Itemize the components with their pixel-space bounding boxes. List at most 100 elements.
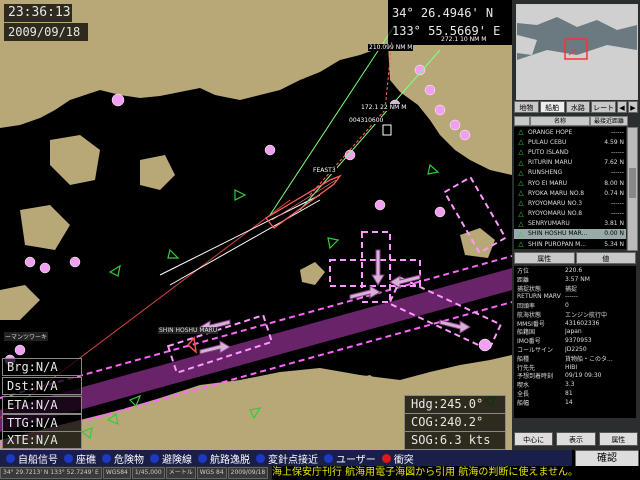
table-row: 予想到着時刻 09/19 09:30 [517,372,602,381]
table-row: RETURN MARV ------ [517,293,578,301]
list-item[interactable]: △ RYO EI MARU 8.00 N [514,178,626,188]
status-dot-icon [150,453,159,463]
attribute-table: 方位 220.6 距離 3.57 NM 捕捉状態 捕捉 RETURN MARV ----… [514,266,636,418]
eta-readout: ETA:N/A [2,396,82,414]
table-row: 全長 81 [517,390,573,399]
vessel-triangle-icon: △ [518,128,524,137]
header-spacer [514,116,530,126]
nautical-chart[interactable]: 23:36:13 2009/09/18 34° 26.4946' N 133° … [0,0,512,450]
legend-user[interactable]: ユーザー [324,451,376,466]
table-row: 捕捉状態 捕捉 [517,285,578,293]
panel-tabs: 地物 船舶 水路 レート ◀ ▶ [514,101,638,113]
map-label-mmsi: 004310600 [348,117,385,124]
vessel-triangle-icon: △ [518,158,524,167]
ship-list-header: 名称 最接近距離 [514,116,628,126]
attribute-header-value: 値 [575,252,636,264]
tab-rate[interactable]: レート [591,101,616,113]
minimap-graphics [517,5,637,99]
legend-hazard[interactable]: 危険物 [102,451,144,466]
table-row: 船幅 14 [517,398,573,407]
vessel-triangle-icon: △ [518,219,524,228]
status-dot-icon [6,453,15,463]
status-dot-icon [64,453,73,463]
attribute-header-key: 属性 [514,252,575,264]
cursor-position: 34° 29.7213' N 133° 52.7249' E [0,467,102,479]
island-west-4 [0,285,40,320]
legend-grounding[interactable]: 座礁 [64,451,96,466]
attributes-button[interactable]: 属性 [598,432,638,446]
status-dot-icon [324,453,333,463]
list-item[interactable]: △ SENRYUMARU 3.81 N [514,219,626,229]
legend-own-ship[interactable]: 自船信号 [6,451,58,466]
header-distance[interactable]: 最接近距離 [590,116,628,126]
ship-list-scrollbar[interactable] [627,127,638,251]
map-label-west: ーマンツワーキ [4,332,49,341]
list-item[interactable]: △ PULAU CEBU 4.59 N [514,137,626,147]
list-item[interactable]: △ ORANGE HOPE ------ [514,127,626,137]
vessel-triangle-icon: △ [518,209,524,218]
ttg-readout: TTG:N/A [2,414,82,432]
tab-vessels[interactable]: 船舶 [539,101,565,113]
scale: 1/45,000 [131,467,165,479]
vessel-triangle-icon: △ [518,240,524,249]
units: メートル [165,467,196,479]
legend-off-route[interactable]: 航路逸脱 [198,451,250,466]
datum-2: WGS 84 [196,467,227,479]
vessel-triangle-icon: △ [518,179,524,188]
list-item[interactable]: △ RITURIN MARU 7.62 N [514,158,626,168]
legend-waypoint-approach[interactable]: 変針点接近 [256,451,318,466]
chart-warning: 海上保安庁刊行 航海用電子海図から引用 航海の判断に使えません。 [272,466,640,480]
overview-minimap[interactable] [516,4,638,100]
header-name[interactable]: 名称 [530,116,590,126]
vessel-triangle-icon: △ [518,189,524,198]
center-button[interactable]: 中心に [514,432,554,446]
vessel-triangle-icon: △ [518,168,524,177]
status-dot-icon [102,453,111,463]
list-item[interactable]: △ PUTO ISLAND ------ [514,147,626,157]
sog-readout: SOG:6.3 kts [404,431,506,450]
table-row: IMO番号 9370953 [517,337,592,346]
table-row: 行先先 HIBI [517,363,578,372]
display-button[interactable]: 表示 [556,432,596,446]
list-item[interactable]: △ RUNSHENG ------ [514,168,626,178]
island-center [300,262,325,285]
panel-button-row: 中心に 表示 属性 [514,432,638,446]
island-west-3 [20,205,70,250]
ship-list: △ ORANGE HOPE ------ △ PULAU CEBU 4.59 N △ PU… [514,127,626,249]
status-dot-icon [256,453,265,463]
island-west-2 [140,155,175,190]
list-item[interactable]: △ SHIN PUROPAN M... 5.34 N [514,239,626,249]
table-row: コールサイン JD2250 [517,346,587,355]
clock-date: 2009/09/18 [4,23,88,41]
vessel-triangle-icon: △ [518,148,524,157]
map-label-range3: 172.1 22 NM M [360,104,408,111]
list-item[interactable]: △ RYOKA MARU NO.8 0.74 N [514,188,626,198]
map-label-range2: 272.1 10 NM M [440,36,488,43]
vessel-triangle-icon: △ [518,199,524,208]
scrollbar-thumb[interactable] [629,168,636,198]
distance-readout: Dst:N/A [2,377,82,395]
tab-waterways[interactable]: 水路 [565,101,591,113]
cog-readout: COG:240.2° [404,413,506,432]
list-item-selected[interactable]: △ SHIN HOSHU MAR... 0.00 N [514,228,626,240]
alarm-legend-bar: 自船信号 座礁 危険物 避険線 航路逸脱 変針点接近 ユーザー 衝突 [0,450,572,466]
heading-readout: Hdg:245.0° [404,395,506,414]
vessel-triangle-icon: △ [518,138,524,147]
tab-features[interactable]: 地物 [514,101,539,113]
tab-scroll-right-button[interactable]: ▶ [628,101,638,113]
tab-scroll-left-button[interactable]: ◀ [617,101,627,113]
vessel-triangle-icon: △ [518,229,524,238]
legend-collision[interactable]: 衝突 [381,451,414,466]
status-dot-icon [381,453,391,463]
clock-time: 23:36:13 [4,4,72,22]
list-item[interactable]: △ RYOYOMARU NO.8 ------ [514,209,626,219]
table-row: 方位 220.6 [517,266,583,275]
table-row: 航海状態 エンジン航行中 [517,311,608,319]
status-dot-icon [198,453,207,463]
datum: WGS84 [102,467,131,479]
map-label-target-ship: SHIN HOSHU MARU [158,327,219,334]
legend-clearing-line[interactable]: 避険線 [150,451,192,466]
own-ship-hull [265,174,342,229]
list-item[interactable]: △ RYOYOMARU NO.3 ------ [514,198,626,208]
table-row: 距離 3.57 NM [517,275,590,284]
